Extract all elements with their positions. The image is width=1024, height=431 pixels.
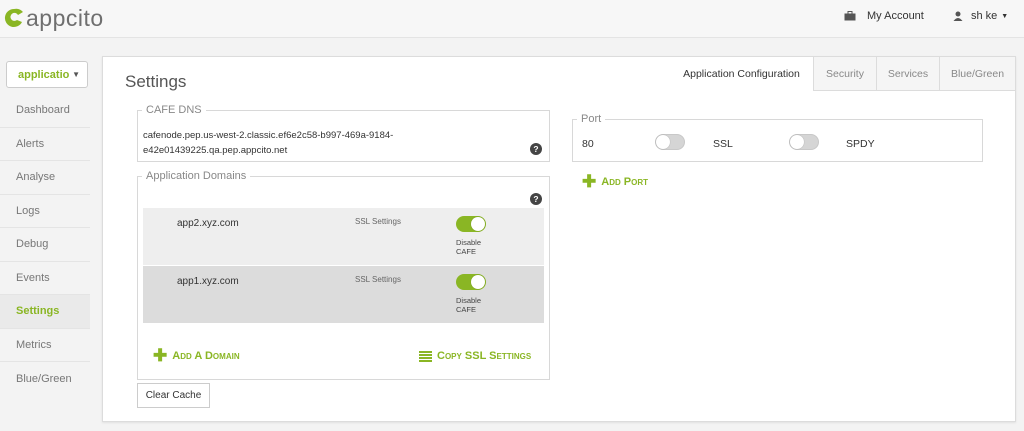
help-icon[interactable]: ?: [530, 193, 542, 205]
cafe-dns-line-1: cafenode.pep.us-west-2.classic.ef6e2c58-…: [143, 130, 394, 141]
my-account-label: My Account: [867, 10, 924, 22]
port-value: 80: [582, 138, 594, 150]
spdy-label: SPDY: [846, 138, 875, 150]
sidebar-item-debug[interactable]: Debug: [0, 228, 90, 262]
brand-name: appcito: [26, 4, 104, 31]
sidebar-item-analyse[interactable]: Analyse: [0, 161, 90, 195]
add-domain-button[interactable]: ✚ Add A Domain: [153, 346, 240, 365]
appcito-logo[interactable]: appcito: [4, 4, 104, 32]
disable-cafe-toggle[interactable]: [456, 274, 486, 290]
application-select[interactable]: applicatio ▼: [6, 61, 88, 88]
disable-cafe-label: Disable CAFE: [456, 238, 496, 256]
sidebar-item-blue-green[interactable]: Blue/Green: [0, 362, 90, 396]
tab-application-configuration[interactable]: Application Configuration: [670, 57, 813, 91]
my-account-link[interactable]: My Account: [844, 10, 924, 22]
toggle-knob: [471, 217, 485, 231]
sidebar-item-alerts[interactable]: Alerts: [0, 128, 90, 161]
ssl-toggle[interactable]: [789, 134, 819, 150]
ssl-settings-link[interactable]: SSL Settings: [355, 217, 401, 226]
application-domains-legend: Application Domains: [146, 170, 247, 182]
caret-down-icon: ▼: [72, 70, 80, 79]
domain-name: app2.xyz.com: [177, 218, 239, 229]
sidebar-item-logs[interactable]: Logs: [0, 195, 90, 228]
settings-tabs: Application Configuration Security Servi…: [670, 57, 1015, 91]
user-icon: [953, 11, 963, 21]
tab-blue-green[interactable]: Blue/Green: [939, 57, 1015, 91]
port-toggle[interactable]: [655, 134, 685, 150]
port-section: Port: [572, 113, 983, 162]
port-legend: Port: [581, 113, 602, 125]
tab-security[interactable]: Security: [813, 57, 876, 91]
cafe-dns-line-2: e42e01439225.qa.pep.appcito.net: [143, 145, 288, 156]
list-icon: [419, 350, 432, 362]
cafe-dns-value: cafenode.pep.us-west-2.classic.ef6e2c58-…: [143, 128, 533, 158]
help-icon[interactable]: ?: [530, 143, 542, 155]
disable-label-line-2: CAFE: [456, 304, 477, 314]
ssl-label: SSL: [713, 138, 733, 150]
top-bar: appcito My Account sh ke ▼: [0, 0, 1024, 38]
add-port-label: Add Port: [601, 176, 649, 188]
page-title: Settings: [125, 72, 187, 91]
add-domain-label: Add A Domain: [172, 350, 240, 362]
sidebar-item-dashboard[interactable]: Dashboard: [0, 94, 90, 128]
plus-icon: ✚: [153, 346, 168, 365]
disable-cafe-label: Disable CAFE: [456, 296, 496, 314]
copy-ssl-label: Copy SSL Settings: [437, 350, 532, 362]
tab-services[interactable]: Services: [876, 57, 939, 91]
toggle-knob: [471, 275, 485, 289]
domain-name: app1.xyz.com: [177, 276, 239, 287]
briefcase-icon: [844, 11, 856, 21]
user-name: sh ke: [971, 10, 998, 22]
logo-icon: [4, 8, 24, 27]
domain-row: app2.xyz.com SSL Settings Disable CAFE: [143, 208, 544, 265]
disable-cafe-toggle[interactable]: [456, 216, 486, 232]
user-menu[interactable]: sh ke ▼: [953, 10, 1008, 22]
ssl-settings-link[interactable]: SSL Settings: [355, 275, 401, 284]
application-select-value: applicatio: [18, 68, 70, 81]
sidebar-item-metrics[interactable]: Metrics: [0, 329, 90, 362]
copy-ssl-settings-button[interactable]: Copy SSL Settings: [419, 350, 531, 362]
cafe-dns-legend: CAFE DNS: [146, 104, 202, 116]
sidebar-item-events[interactable]: Events: [0, 262, 90, 295]
sidebar-item-settings[interactable]: Settings: [0, 295, 90, 329]
plus-icon: ✚: [582, 172, 597, 191]
domain-row: app1.xyz.com SSL Settings Disable CAFE: [143, 266, 544, 323]
toggle-knob: [790, 135, 804, 149]
clear-cache-button[interactable]: Clear Cache: [137, 383, 210, 408]
add-port-button[interactable]: ✚ Add Port: [582, 172, 649, 191]
sidebar-nav: Dashboard Alerts Analyse Logs Debug Even…: [0, 94, 90, 396]
toggle-knob: [656, 135, 670, 149]
caret-down-icon: ▼: [1001, 12, 1009, 20]
disable-label-line-2: CAFE: [456, 246, 477, 256]
